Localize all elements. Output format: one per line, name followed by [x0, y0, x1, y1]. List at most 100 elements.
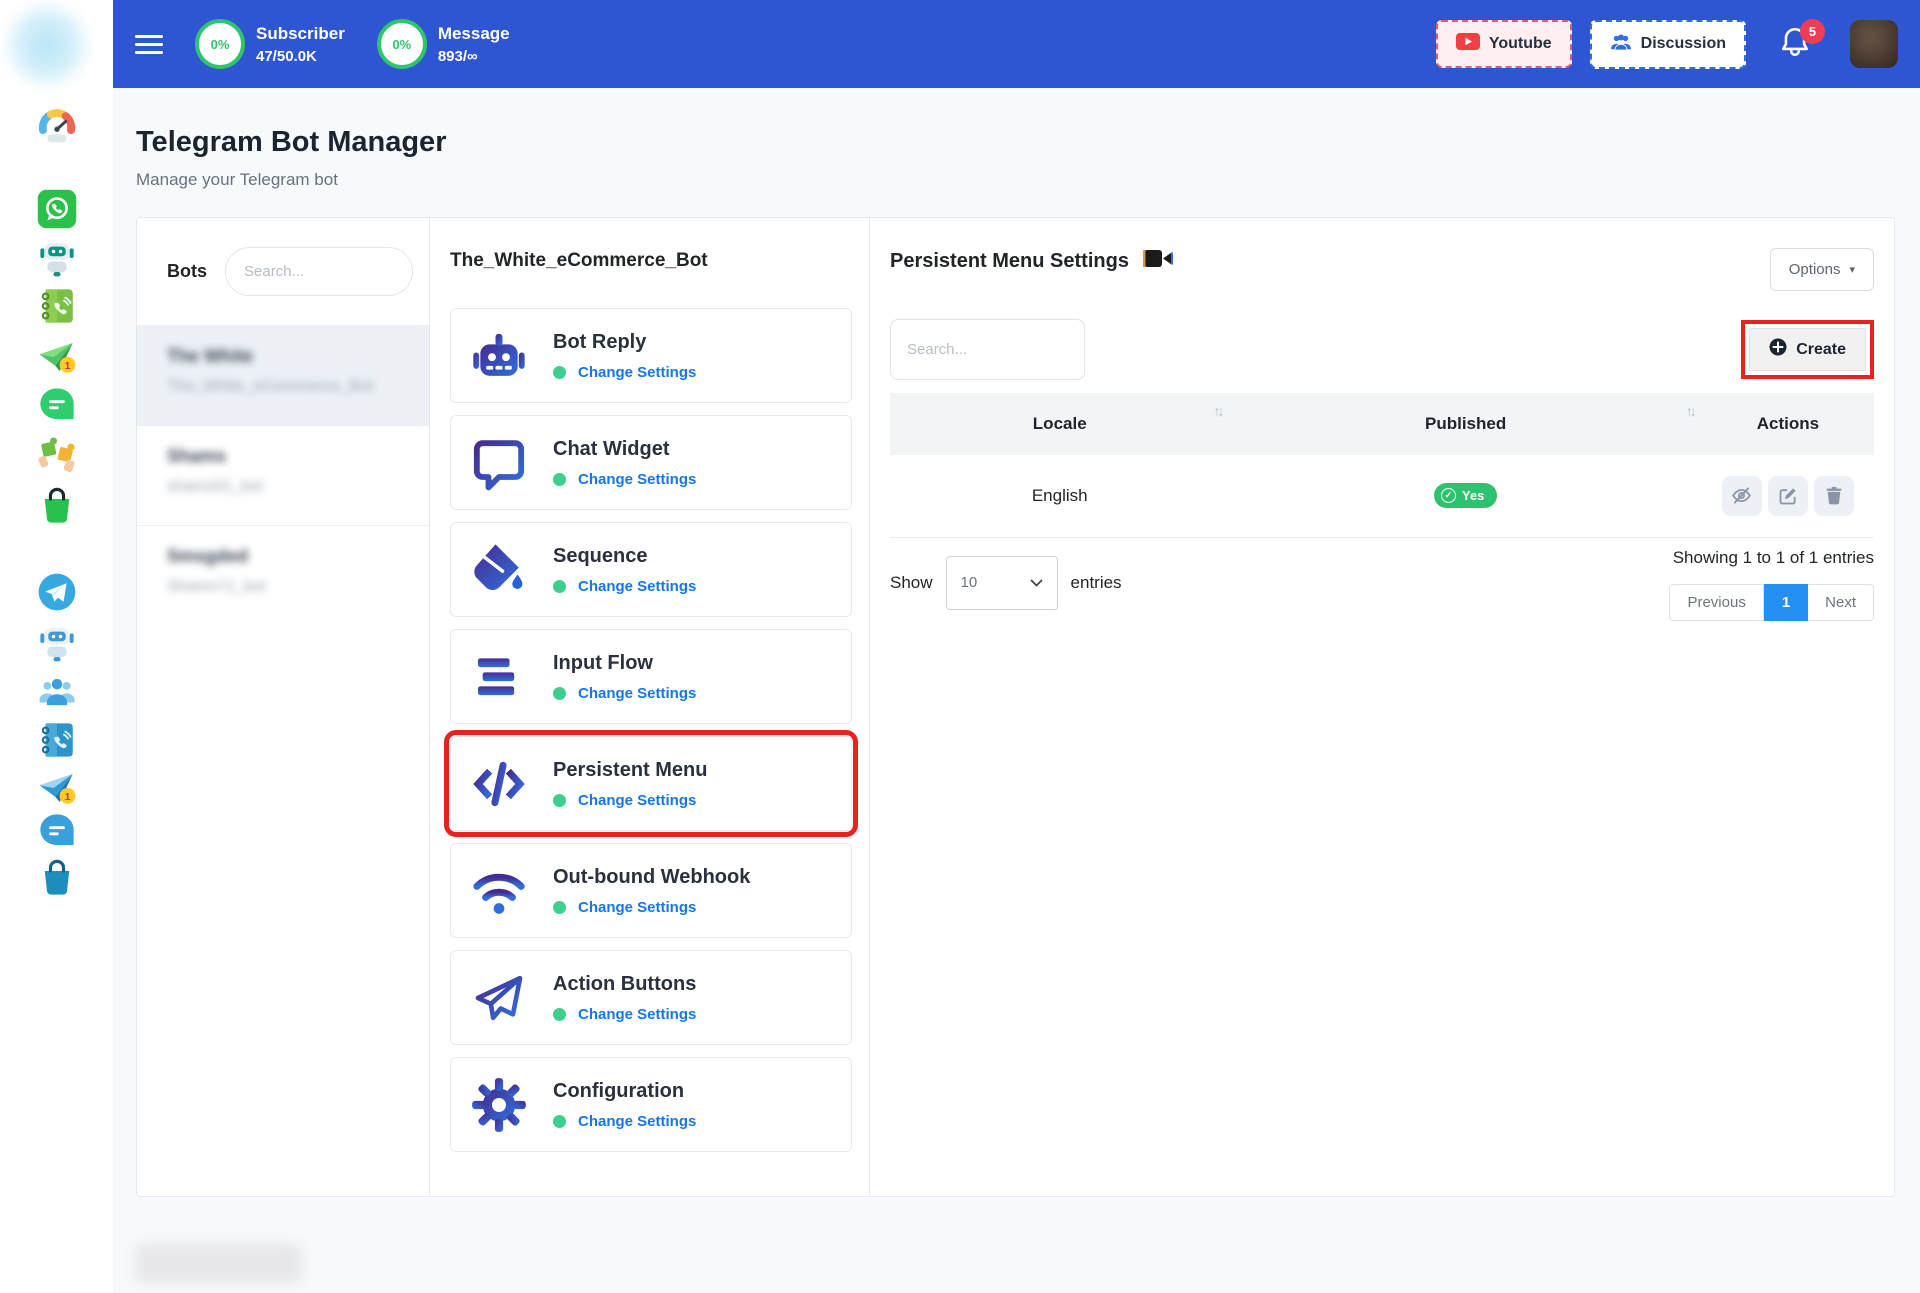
- feature-card-persistent-menu[interactable]: Persistent Menu Change Settings: [444, 730, 858, 837]
- feature-card-input-flow[interactable]: Input Flow Change Settings: [450, 629, 852, 724]
- edit-button[interactable]: [1767, 475, 1808, 516]
- whatsapp-bot-manager-icon[interactable]: [36, 237, 78, 279]
- bots-search-input[interactable]: [225, 247, 413, 296]
- whatsapp-store-icon[interactable]: [36, 485, 78, 527]
- create-button[interactable]: Create: [1749, 328, 1866, 371]
- page-1-button[interactable]: 1: [1763, 583, 1809, 621]
- app-logo: [8, 6, 86, 84]
- whatsapp-contacts-icon[interactable]: [36, 285, 78, 327]
- delete-button[interactable]: [1813, 475, 1854, 516]
- bot-list-item[interactable]: Smsgded Shams71_bot: [137, 525, 429, 625]
- main-content: Telegram Bot Manager Manage your Telegra…: [113, 88, 1920, 1293]
- change-settings-link[interactable]: Change Settings: [578, 364, 696, 381]
- bot-list-item[interactable]: The White The_White_eCommerce_Bot: [137, 325, 429, 425]
- hide-button[interactable]: [1721, 475, 1762, 516]
- change-settings-link[interactable]: Change Settings: [578, 578, 696, 595]
- chevron-down-icon: ▾: [1849, 264, 1855, 276]
- whatsapp-broadcast-icon[interactable]: 1: [36, 336, 78, 378]
- feature-card-sequence[interactable]: Sequence Change Settings: [450, 522, 852, 617]
- feature-name: Chat Widget: [553, 437, 670, 460]
- change-settings-link[interactable]: Change Settings: [578, 471, 696, 488]
- user-avatar[interactable]: [1850, 20, 1898, 68]
- whatsapp-icon[interactable]: [36, 188, 78, 230]
- status-dot: [553, 365, 566, 379]
- bot-features-column: The_White_eCommerce_Bot Bot Reply Change…: [430, 218, 870, 1196]
- users-icon: [1610, 33, 1632, 56]
- youtube-icon: [1455, 33, 1480, 55]
- status-dot: [553, 579, 566, 593]
- entries-summary: Showing 1 to 1 of 1 entries: [1672, 547, 1874, 567]
- feature-card-chat-widget[interactable]: Chat Widget Change Settings: [450, 415, 852, 510]
- telegram-store-icon[interactable]: [36, 857, 78, 899]
- video-tutorial-icon[interactable]: [1142, 248, 1173, 274]
- action-buttons-icon: [475, 975, 523, 1020]
- actions-cell: [1701, 455, 1874, 538]
- bot-username: Shams71_bot: [167, 578, 266, 595]
- message-stat: 0% Message 893/∞: [376, 19, 510, 69]
- integrations-icon[interactable]: [36, 434, 78, 476]
- discussion-button[interactable]: Discussion: [1589, 19, 1746, 69]
- options-button[interactable]: Options ▾: [1769, 248, 1874, 291]
- feature-name: Bot Reply: [553, 330, 647, 353]
- bot-username: shams01_bot: [167, 478, 264, 495]
- youtube-button[interactable]: Youtube: [1435, 20, 1572, 68]
- telegram-icon[interactable]: [36, 571, 78, 613]
- subscriber-stat: 0% Subscriber 47/50.0K: [195, 19, 345, 69]
- sort-icon: ↑↓: [1213, 403, 1224, 419]
- feature-card-configuration[interactable]: Configuration Change Settings: [450, 1057, 852, 1152]
- status-dot: [553, 793, 566, 807]
- telegram-live-chat-icon[interactable]: [36, 810, 78, 852]
- change-settings-link[interactable]: Change Settings: [578, 792, 696, 809]
- feature-name: Persistent Menu: [553, 758, 708, 781]
- persistent-menu-settings-column: Persistent Menu Settings Options ▾ Searc…: [870, 218, 1894, 1196]
- create-button-label: Create: [1796, 340, 1846, 358]
- feature-card-bot-reply[interactable]: Bot Reply Change Settings: [450, 308, 852, 403]
- notification-count-badge: 5: [1800, 18, 1825, 44]
- column-header-published[interactable]: Published ↑↓: [1229, 393, 1702, 455]
- menu-search-input[interactable]: [890, 319, 1085, 380]
- change-settings-link[interactable]: Change Settings: [578, 685, 696, 702]
- bot-name: Shams: [167, 446, 227, 466]
- telegram-bot-manager-icon[interactable]: [36, 622, 78, 664]
- status-dot: [553, 686, 566, 700]
- status-dot: [553, 900, 566, 914]
- feature-card-action-buttons[interactable]: Action Buttons Change Settings: [450, 950, 852, 1045]
- trash-icon: [1826, 486, 1842, 505]
- change-settings-link[interactable]: Change Settings: [578, 1006, 696, 1023]
- bots-column: Bots The White The_White_eCommerce_Bot S…: [137, 218, 430, 1196]
- show-label: Show: [890, 572, 933, 592]
- message-progress-ring: 0%: [376, 19, 427, 69]
- selected-bot-title: The_White_eCommerce_Bot: [450, 250, 708, 271]
- change-settings-link[interactable]: Change Settings: [578, 1113, 696, 1130]
- menu-toggle-icon[interactable]: [135, 34, 163, 54]
- chevron-down-icon: [1029, 578, 1043, 587]
- plus-circle-icon: [1769, 338, 1787, 361]
- dashboard-icon[interactable]: [36, 103, 78, 145]
- bot-list-item[interactable]: Shams shams01_bot: [137, 425, 429, 525]
- status-dot: [553, 1007, 566, 1021]
- feature-name: Out-bound Webhook: [553, 865, 751, 888]
- entries-per-page-select[interactable]: 10: [945, 555, 1058, 610]
- eye-slash-icon: [1732, 487, 1752, 504]
- telegram-contacts-icon[interactable]: [36, 719, 78, 761]
- feature-card-outbound-webhook[interactable]: Out-bound Webhook Change Settings: [450, 843, 852, 938]
- telegram-group-icon[interactable]: [36, 671, 78, 713]
- next-page-button[interactable]: Next: [1808, 583, 1874, 621]
- sequence-icon: [474, 543, 523, 590]
- previous-page-button[interactable]: Previous: [1669, 583, 1764, 621]
- edit-icon: [1779, 488, 1796, 505]
- bot-name: Smsgded: [167, 546, 249, 566]
- message-stat-value: 893/∞: [437, 47, 478, 65]
- column-header-locale[interactable]: Locale ↑↓: [890, 393, 1230, 455]
- column-label: Published: [1425, 414, 1507, 433]
- subscriber-stat-value: 47/50.0K: [256, 47, 317, 65]
- whatsapp-live-chat-icon[interactable]: [36, 384, 78, 426]
- page-subtitle: Manage your Telegram bot: [136, 170, 338, 189]
- create-button-highlight: Create: [1741, 320, 1874, 379]
- page-title: Telegram Bot Manager: [136, 126, 447, 158]
- notifications-button[interactable]: 5: [1780, 18, 1825, 63]
- change-settings-link[interactable]: Change Settings: [578, 899, 696, 916]
- telegram-broadcast-icon[interactable]: 1: [36, 767, 78, 809]
- footer-branding: [135, 1244, 302, 1283]
- check-icon: ✓: [1440, 488, 1456, 504]
